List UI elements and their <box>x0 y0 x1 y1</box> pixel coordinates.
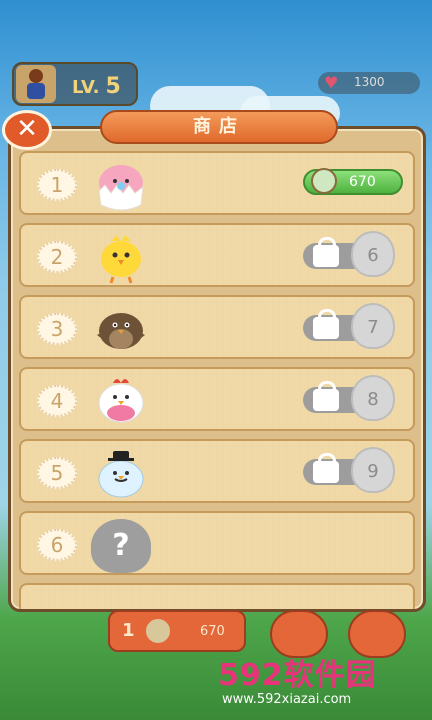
close-icon: ✕ <box>16 114 38 144</box>
item-number-badge: 2 <box>37 241 77 273</box>
level-value: 5 <box>105 74 121 99</box>
watermark-logo-number: 592 <box>218 658 284 693</box>
shop-item-5[interactable]: 5 9 <box>19 439 415 503</box>
watermark-logo: 592软件园 <box>218 650 377 694</box>
locked-indicator: 8 <box>303 375 403 421</box>
yellow-chick-icon <box>101 235 141 284</box>
heart-icon: ♥ <box>324 73 339 92</box>
shop-item-1[interactable]: 1 670 <box>19 151 415 215</box>
lock-icon <box>313 237 339 267</box>
item-number-badge: 6 <box>37 529 77 561</box>
watermark-logo-text: 软件园 <box>283 658 377 693</box>
shop-title-bar: 商店 <box>100 110 338 144</box>
unlock-level: 9 <box>351 447 395 493</box>
buy-button[interactable]: 670 <box>303 168 403 195</box>
item-number-badge: 5 <box>37 457 77 489</box>
white-hen-icon <box>98 379 144 423</box>
pink-egg-chick-icon <box>98 165 144 211</box>
locked-indicator: 7 <box>303 303 403 349</box>
seed-value: 670 <box>200 624 225 639</box>
lock-icon <box>313 309 339 339</box>
seed-count: 1 <box>122 620 135 641</box>
price-value: 670 <box>349 174 376 190</box>
hearts-counter: ♥ 1300 <box>318 72 420 94</box>
shop-item-6[interactable]: 6 ? <box>19 511 415 575</box>
unlock-level: 7 <box>351 303 395 349</box>
close-button[interactable]: ✕ <box>2 110 52 150</box>
unlock-level: 8 <box>351 375 395 421</box>
level-label: LV. <box>72 77 100 98</box>
seed-icon <box>311 168 337 194</box>
lock-icon <box>313 453 339 483</box>
player-level-badge: LV. 5 <box>12 62 138 106</box>
seed-counter[interactable]: 1 670 <box>108 610 246 652</box>
hearts-value: 1300 <box>354 75 385 89</box>
player-avatar <box>16 65 56 103</box>
shop-item-2[interactable]: 2 6 <box>19 223 415 287</box>
mystery-bird-icon: ? <box>91 519 151 573</box>
item-number-badge: 4 <box>37 385 77 417</box>
shop-title: 商店 <box>193 116 245 137</box>
unlock-level: 6 <box>351 231 395 277</box>
item-number-badge: 3 <box>37 313 77 345</box>
blue-bird-hat-icon <box>98 451 144 498</box>
shop-item-3[interactable]: 3 7 <box>19 295 415 359</box>
watermark-url: www.592xiazai.com <box>222 692 352 707</box>
shop-item-4[interactable]: 4 8 <box>19 367 415 431</box>
brown-sparrow-icon <box>97 313 145 349</box>
seed-icon <box>146 619 170 643</box>
shop-panel: 1 670 2 6 3 7 4 8 5 9 6 ? <box>8 126 426 612</box>
locked-indicator: 9 <box>303 447 403 493</box>
item-number-badge: 1 <box>37 169 77 201</box>
lock-icon <box>313 381 339 411</box>
locked-indicator: 6 <box>303 231 403 277</box>
